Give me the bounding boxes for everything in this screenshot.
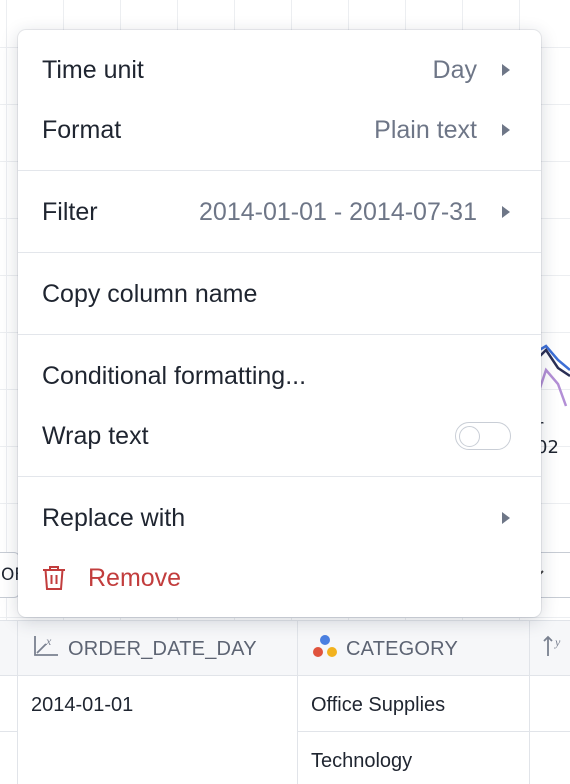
menu-item-label: Wrap text	[42, 421, 149, 450]
menu-item-replace-with[interactable]: Replace with	[18, 490, 541, 546]
menu-separator	[18, 476, 541, 477]
menu-item-conditional-formatting[interactable]: Conditional formatting...	[18, 348, 541, 404]
caret-right-icon	[502, 124, 510, 136]
column-context-menu: Time unit Day Format Plain text Filter 2…	[18, 30, 541, 617]
svg-text:x: x	[45, 634, 52, 648]
cell-category[interactable]: Office Supplies	[311, 694, 445, 717]
menu-item-label: Remove	[88, 563, 182, 592]
menu-item-label: Replace with	[42, 503, 186, 532]
chart-axis-label-fragment: r 02	[536, 416, 559, 458]
menu-item-wrap-text[interactable]: Wrap text	[18, 408, 541, 464]
menu-item-value: Plain text	[374, 115, 477, 144]
cell-order-date-day[interactable]: 2014-01-01	[31, 694, 133, 717]
caret-right-icon	[502, 512, 510, 524]
background-dropdown-left[interactable]: OF	[0, 552, 24, 598]
column-header-label: ORDER_DATE_DAY	[68, 637, 257, 660]
column-header-category[interactable]: CATEGORY	[312, 621, 458, 677]
menu-item-label: Filter	[42, 197, 98, 226]
column-header-order-date-day[interactable]: x ORDER_DATE_DAY	[32, 621, 257, 677]
row-divider	[0, 731, 17, 732]
column-header-partial[interactable]: y	[542, 621, 568, 677]
caret-right-icon	[502, 206, 510, 218]
cell-category[interactable]: Technology	[311, 750, 412, 773]
menu-separator	[18, 252, 541, 253]
menu-separator	[18, 170, 541, 171]
svg-text:y: y	[554, 635, 561, 649]
menu-item-remove[interactable]: Remove	[18, 550, 541, 606]
menu-item-value: Day	[432, 55, 477, 84]
menu-item-value: 2014-01-01 - 2014-07-31	[199, 197, 477, 226]
column-divider	[17, 620, 18, 784]
menu-item-format[interactable]: Format Plain text	[18, 102, 541, 158]
menu-item-label: Copy column name	[42, 279, 258, 308]
category-dots-icon	[312, 634, 338, 664]
table-header: x ORDER_DATE_DAY CATEGORY y	[0, 620, 570, 676]
toggle-knob	[459, 425, 480, 447]
caret-right-icon	[502, 64, 510, 76]
menu-item-copy-column-name[interactable]: Copy column name	[18, 266, 541, 322]
chart-preview-fragment	[536, 344, 570, 407]
menu-item-filter[interactable]: Filter 2014-01-01 - 2014-07-31	[18, 184, 541, 240]
column-divider	[529, 620, 530, 784]
sort-icon: y	[542, 634, 568, 664]
trash-icon	[43, 566, 65, 590]
menu-separator	[18, 334, 541, 335]
column-header-label: CATEGORY	[346, 637, 458, 660]
row-divider	[297, 731, 570, 732]
menu-item-time-unit[interactable]: Time unit Day	[18, 42, 541, 98]
menu-item-label: Time unit	[42, 55, 144, 84]
wrap-text-toggle[interactable]	[455, 422, 511, 450]
column-divider	[297, 620, 298, 784]
menu-item-label: Conditional formatting...	[42, 361, 307, 390]
date-transform-icon: x	[32, 634, 60, 664]
menu-item-label: Format	[42, 115, 122, 144]
